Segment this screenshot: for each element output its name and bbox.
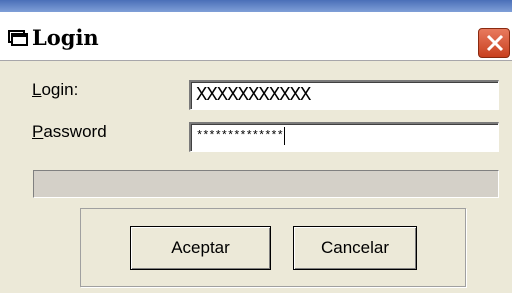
window-icon (8, 30, 28, 46)
login-input[interactable]: XXXXXXXXXXX (189, 80, 499, 110)
login-dialog: Login Login: XXXXXXXXXXX Password ******… (0, 0, 512, 293)
progress-bar (33, 170, 499, 198)
accept-button[interactable]: Aceptar (130, 226, 271, 270)
title-bar[interactable]: Login (0, 12, 512, 60)
login-label-text: ogin: (41, 80, 79, 99)
title-separator (0, 60, 512, 61)
password-label-accelerator: P (32, 122, 44, 141)
password-label-text: assword (43, 122, 107, 141)
password-input[interactable]: ************** (189, 122, 499, 152)
window-left-edge (0, 61, 10, 293)
login-input-value: XXXXXXXXXXX (196, 84, 311, 106)
login-label: Login: (32, 80, 78, 100)
password-input-value: ************** (196, 129, 284, 143)
text-caret (283, 126, 285, 145)
cancel-button[interactable]: Cancelar (293, 226, 417, 270)
password-label: Password (32, 122, 107, 142)
close-icon (486, 34, 504, 52)
window-top-strip (0, 0, 512, 12)
window-title: Login (32, 25, 99, 50)
close-button[interactable] (478, 28, 510, 58)
